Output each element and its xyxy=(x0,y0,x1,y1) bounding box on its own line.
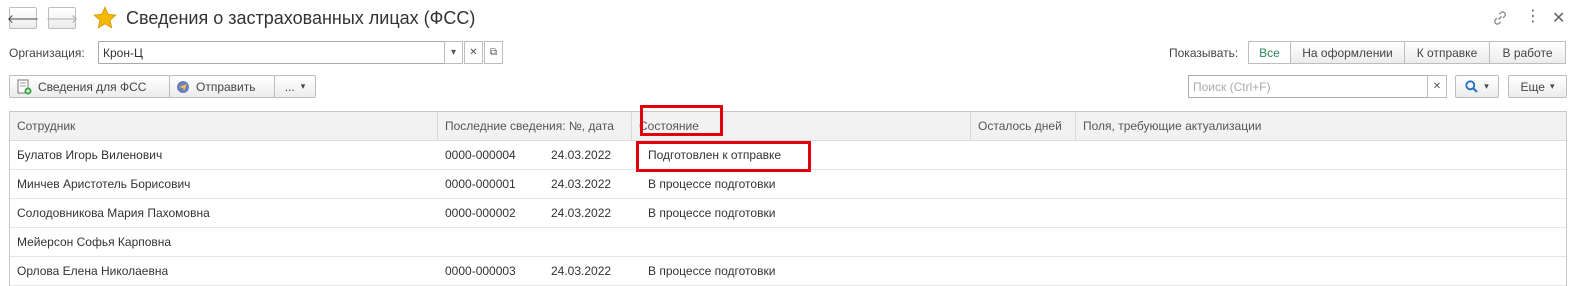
number-cell: 0000-000002 xyxy=(445,206,516,220)
clear-icon: ✕ xyxy=(469,47,478,58)
column-fields[interactable]: Поля, требующие актуализации xyxy=(1076,112,1566,140)
highlight-state-header xyxy=(640,105,723,136)
chevron-down-icon: ▾ xyxy=(450,47,457,58)
more-menu-label: Еще xyxy=(1520,79,1545,94)
more-actions-label: ... xyxy=(284,79,295,94)
table-row[interactable]: Орлова Елена Николаевна 0000-000003 24.0… xyxy=(10,257,1566,286)
search-icon xyxy=(1465,80,1478,93)
employee-cell: Солодовникова Мария Пахомовна xyxy=(17,206,210,220)
send-button[interactable]: Отправить xyxy=(169,75,275,98)
fss-info-button[interactable]: Сведения для ФСС xyxy=(9,75,170,98)
column-last-info[interactable]: Последние сведения: №, дата xyxy=(438,112,632,140)
arrow-left-icon: 🡐 xyxy=(6,11,40,26)
chevron-down-icon: ▾ xyxy=(1549,81,1555,91)
arrow-right-icon: 🡒 xyxy=(45,11,79,26)
filter-in-work[interactable]: В работе xyxy=(1489,41,1566,64)
send-label: Отправить xyxy=(196,79,256,94)
state-cell: В процессе подготовки xyxy=(648,177,776,191)
forward-button[interactable]: 🡒 xyxy=(45,7,79,29)
open-icon: ⧉ xyxy=(489,47,498,58)
fss-info-label: Сведения для ФСС xyxy=(38,79,147,94)
number-cell: 0000-000004 xyxy=(445,148,516,162)
filter-all[interactable]: Все xyxy=(1248,41,1291,64)
search-clear-button[interactable]: ✕ xyxy=(1427,75,1447,98)
close-icon[interactable]: ✕ xyxy=(1552,8,1565,28)
state-cell: В процессе подготовки xyxy=(648,206,776,220)
employee-cell: Булатов Игорь Виленович xyxy=(17,148,163,162)
link-icon[interactable] xyxy=(1491,9,1509,27)
filter-drafting[interactable]: На оформлении xyxy=(1290,41,1405,64)
org-open-button[interactable]: ⧉ xyxy=(484,41,503,64)
employee-cell: Мейерсон Софья Карповна xyxy=(17,235,172,249)
page-title: Сведения о застрахованных лицах (ФСС) xyxy=(126,8,476,28)
org-label: Организация: xyxy=(9,46,85,60)
date-cell: 24.03.2022 xyxy=(551,264,612,278)
table-row[interactable]: Солодовникова Мария Пахомовна 0000-00000… xyxy=(10,199,1566,228)
org-clear-button[interactable]: ✕ xyxy=(464,41,483,64)
org-field[interactable]: Крон-Ц xyxy=(98,41,445,64)
employee-cell: Минчев Аристотель Борисович xyxy=(17,177,191,191)
clear-icon: ✕ xyxy=(1432,81,1442,92)
column-days-left[interactable]: Осталось дней xyxy=(971,112,1076,140)
org-dropdown-button[interactable]: ▾ xyxy=(444,41,463,64)
highlight-state-cell xyxy=(636,141,811,172)
back-button[interactable]: 🡐 xyxy=(6,7,40,29)
state-cell: В процессе подготовки xyxy=(648,264,776,278)
more-vert-icon[interactable]: ⋮ xyxy=(1525,6,1541,26)
send-icon xyxy=(177,80,189,93)
more-menu-button[interactable]: Еще ▾ xyxy=(1508,75,1567,98)
more-actions-button[interactable]: ... ▾ xyxy=(274,75,316,98)
number-cell: 0000-000003 xyxy=(445,264,516,278)
document-add-icon xyxy=(17,79,32,94)
chevron-down-icon: ▾ xyxy=(1484,81,1489,91)
employee-cell: Орлова Елена Николаевна xyxy=(17,264,169,278)
column-employee[interactable]: Сотрудник xyxy=(10,112,438,140)
date-cell: 24.03.2022 xyxy=(551,177,612,191)
table-row[interactable]: Мейерсон Софья Карповна xyxy=(10,228,1566,257)
search-input[interactable]: Поиск (Ctrl+F) xyxy=(1188,75,1428,98)
chevron-down-icon: ▾ xyxy=(300,81,306,91)
table-header: Сотрудник Последние сведения: №, дата Со… xyxy=(10,112,1566,141)
date-cell: 24.03.2022 xyxy=(551,206,612,220)
star-icon[interactable] xyxy=(92,5,118,31)
table-row[interactable]: Минчев Аристотель Борисович 0000-000001 … xyxy=(10,170,1566,199)
date-cell: 24.03.2022 xyxy=(551,148,612,162)
search-button[interactable]: ▾ xyxy=(1455,75,1499,98)
number-cell: 0000-000001 xyxy=(445,177,516,191)
employees-table: Сотрудник Последние сведения: №, дата Со… xyxy=(9,111,1567,286)
filter-to-send[interactable]: К отправке xyxy=(1404,41,1490,64)
filter-label: Показывать: xyxy=(1169,46,1239,60)
